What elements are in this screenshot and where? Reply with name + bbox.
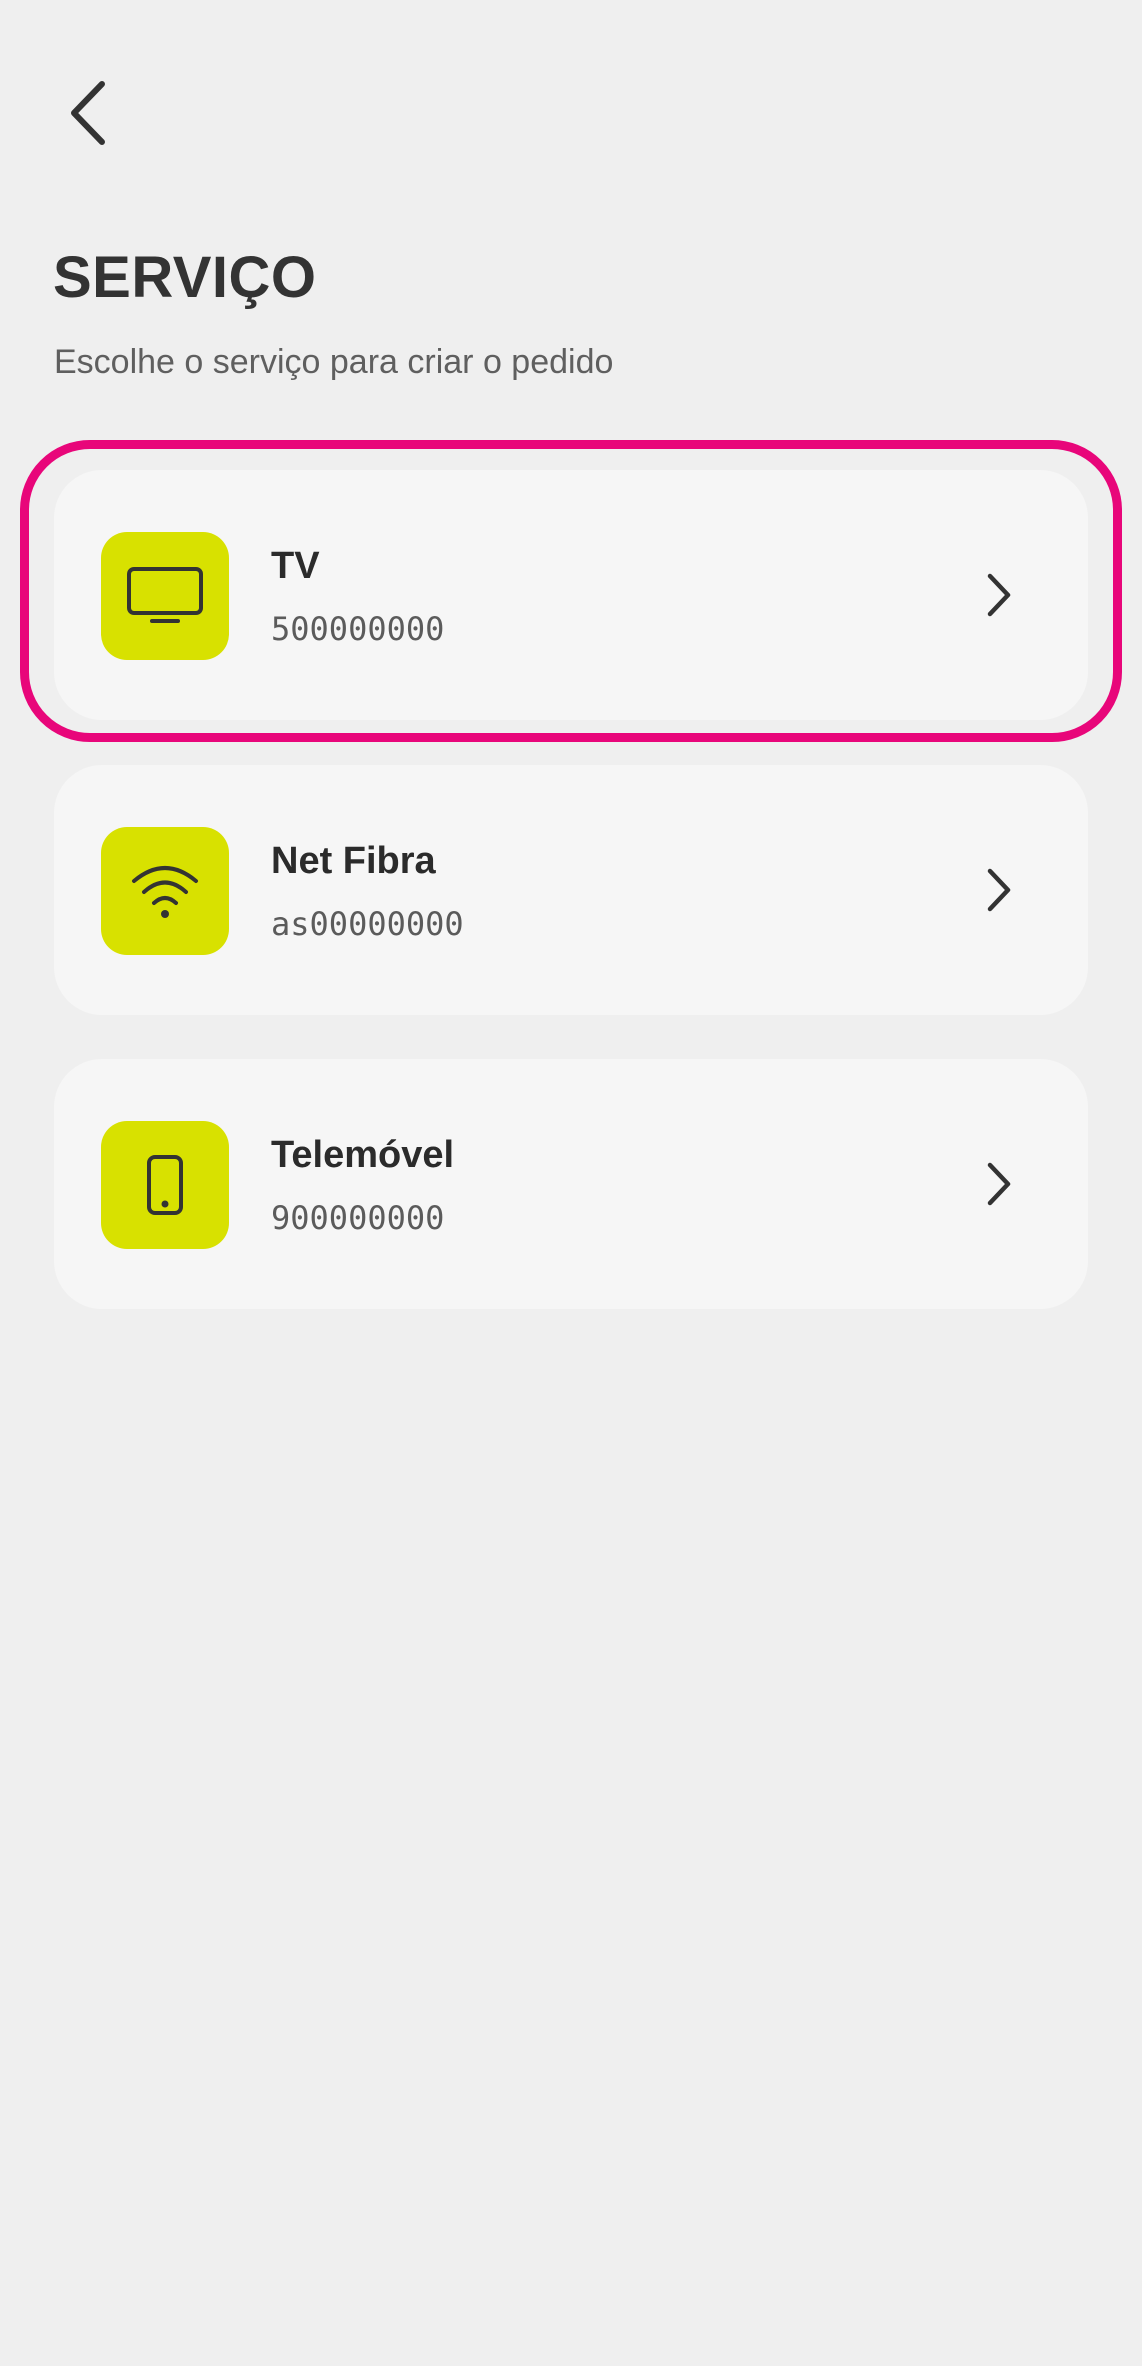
chevron-right-icon bbox=[982, 1157, 1016, 1211]
page-subtitle: Escolhe o serviço para criar o pedido bbox=[54, 343, 614, 381]
service-number: 900000000 bbox=[271, 1199, 445, 1237]
service-name: Telemóvel bbox=[271, 1134, 455, 1176]
tv-icon bbox=[101, 532, 229, 660]
service-name: Net Fibra bbox=[271, 840, 436, 882]
chevron-right-icon bbox=[982, 568, 1016, 622]
service-number: as00000000 bbox=[271, 905, 464, 943]
wifi-icon bbox=[101, 827, 229, 955]
service-number: 500000000 bbox=[271, 610, 445, 648]
smartphone-icon bbox=[101, 1121, 229, 1249]
service-card-tv[interactable]: TV 500000000 bbox=[54, 470, 1088, 720]
service-name: TV bbox=[271, 545, 320, 587]
service-card-telemovel[interactable]: Telemóvel 900000000 bbox=[54, 1059, 1088, 1309]
back-button[interactable] bbox=[60, 78, 116, 148]
service-card-net-fibra[interactable]: Net Fibra as00000000 bbox=[54, 765, 1088, 1015]
chevron-right-icon bbox=[982, 863, 1016, 917]
page-title: SERVIÇO bbox=[53, 245, 317, 310]
chevron-left-icon bbox=[71, 81, 105, 145]
